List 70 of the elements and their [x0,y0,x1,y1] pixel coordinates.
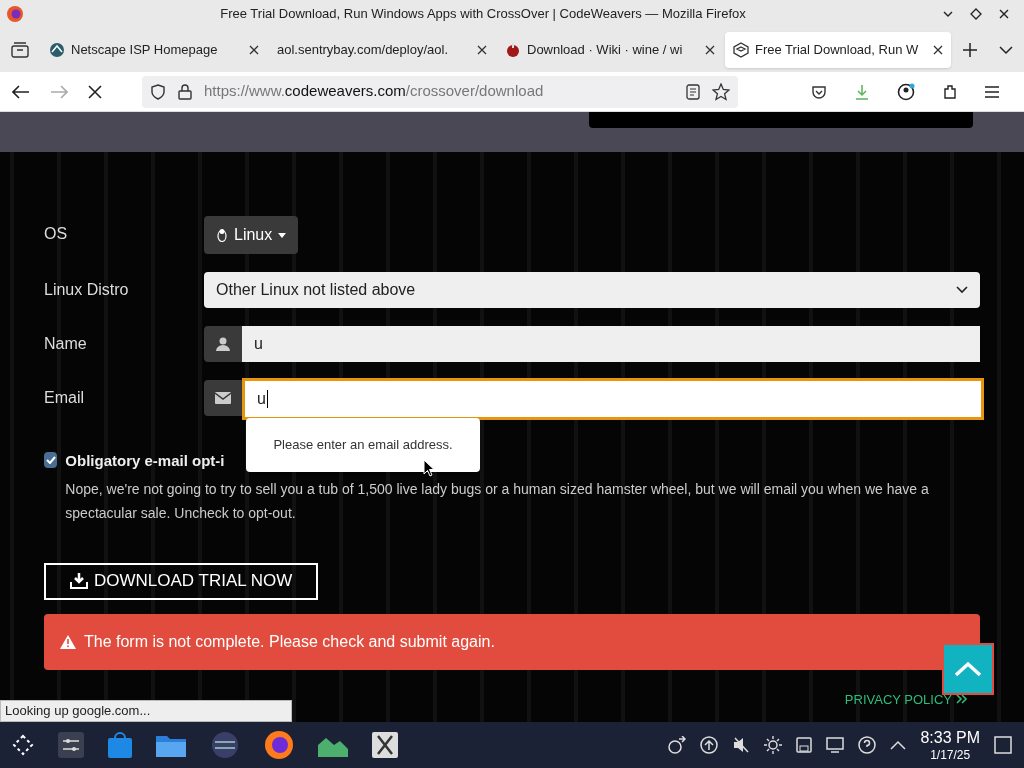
download-trial-button[interactable]: DOWNLOAD TRIAL NOW [44,562,319,600]
download-icon[interactable] [854,83,871,100]
back-icon[interactable] [12,84,30,99]
opt-in-label: Obligatory e-mail opt-i [65,451,225,471]
clock-time[interactable]: 8:33 PM [920,727,980,748]
help-icon[interactable] [858,736,877,754]
menu-icon[interactable] [984,85,999,98]
tab-overview-icon[interactable] [11,42,29,58]
reader-view-icon[interactable] [686,83,700,100]
tooltip: Please enter an email address. [246,418,480,472]
chevron-down-icon[interactable] [999,45,1013,55]
update-icon[interactable] [700,736,719,754]
shield-icon [150,83,166,100]
caret-icon [278,232,287,238]
address-bar[interactable]: https://www.codeweavers.com/crossover/download [142,75,738,108]
maximize-icon[interactable] [970,8,982,20]
download-icon [70,573,88,589]
double-chevron-icon [956,694,968,705]
distro-select[interactable]: Other Linux not listed above [204,272,980,308]
close-icon[interactable] [477,45,487,55]
firefox-icon [6,5,24,23]
browser-tab[interactable]: Download · Wiki · wine / wi [497,32,723,68]
scroll-to-top-button[interactable] [942,643,994,695]
globe-app-icon[interactable] [210,730,240,760]
browser-tab[interactable]: Free Trial Download, Run W [725,32,951,68]
chevron-up-icon [954,661,982,677]
field-label: Email [44,388,85,408]
person-icon [216,337,230,351]
envelope-icon [215,392,231,404]
folder-icon[interactable] [156,733,186,757]
mouse-cursor-icon [423,459,435,477]
close-icon[interactable] [705,45,715,55]
settings-icon[interactable] [58,732,84,758]
name-field[interactable]: u [242,326,980,362]
star-icon[interactable] [712,82,730,101]
show-desktop-icon[interactable] [994,736,1012,754]
opt-in-description: Nope, we're not going to try to sell you a tub of 1,500 live lady bugs or a human sized hamster wheel, but we will email you when we have a spectacular sale. Uncheck to opt-out. [65,479,930,523]
chevron-down-icon [956,286,968,294]
opt-in-checkbox[interactable] [44,452,58,468]
store-icon[interactable] [108,732,132,758]
status-text: Looking up google.com... [0,700,292,722]
pocket-icon[interactable] [811,83,828,100]
email-field[interactable]: u [242,378,984,420]
browser-tab[interactable]: aol.sentrybay.com/deploy/aol. [269,32,495,68]
field-label: Linux Distro [44,280,130,300]
volume-muted-icon[interactable] [732,736,751,754]
field-label: Name [44,334,88,354]
close-icon[interactable] [933,45,943,55]
field-label: OS [44,224,69,244]
extensions-icon[interactable] [941,83,958,100]
browser-tab[interactable]: Netscape ISP Homepage [41,32,267,68]
launcher-icon[interactable] [12,734,34,756]
brightness-icon[interactable] [764,736,783,754]
firefox-icon[interactable] [264,730,294,760]
warning-icon [60,634,76,649]
close-icon[interactable] [249,45,259,55]
error-alert: The form is not complete. Please check and submit again. [44,613,980,670]
new-tab-icon[interactable] [963,43,977,57]
stop-icon[interactable] [88,84,102,99]
close-icon[interactable] [998,8,1010,20]
clock-date[interactable]: 1/17/25 [930,747,971,763]
os-dropdown[interactable]: Linux [204,216,299,254]
x-app-icon[interactable] [372,732,398,758]
window-title: Free Trial Download, Run Windows Apps with CrossOver | CodeWeavers — Mozilla Firefox [219,5,747,24]
account-icon[interactable] [897,82,915,101]
privacy-policy-link[interactable]: PRIVACY POLICY [844,689,968,709]
cube-icon [733,42,749,58]
display-icon[interactable] [826,737,845,753]
chevron-up-icon[interactable] [890,740,907,750]
lock-icon [178,83,192,100]
